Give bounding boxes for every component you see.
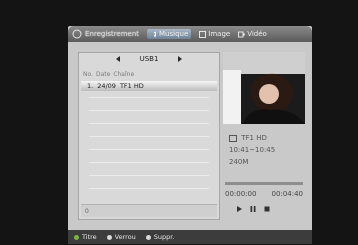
tab-recorded[interactable]: Enregistrement bbox=[85, 30, 139, 38]
empty-row-line bbox=[89, 110, 209, 111]
recording-row[interactable]: 1. 24/09 TF1 HD bbox=[81, 81, 217, 91]
recording-list-panel: USB1 No. Date Chaîne 1. 24/09 TF1 HD 0 bbox=[78, 52, 220, 220]
legend-delete: Suppr. bbox=[145, 233, 175, 241]
empty-rows bbox=[89, 97, 209, 201]
device-title: USB1 bbox=[139, 55, 159, 63]
tv-icon bbox=[229, 134, 237, 142]
empty-row-line bbox=[89, 175, 209, 176]
legend-title-label: Titre bbox=[82, 233, 97, 241]
stop-icon[interactable] bbox=[263, 205, 271, 213]
device-nav: USB1 bbox=[79, 53, 219, 65]
playback-controls bbox=[235, 205, 271, 213]
empty-row-line bbox=[89, 123, 209, 124]
preview-window bbox=[223, 52, 305, 124]
legend-lock: Verrou bbox=[106, 233, 136, 241]
tab-video[interactable]: Vidéo bbox=[238, 30, 267, 38]
channel-name: TF1 HD bbox=[241, 134, 267, 142]
row-date: 24/09 bbox=[97, 82, 116, 90]
tab-image[interactable]: Image bbox=[199, 30, 230, 38]
time-current: 00:00:00 bbox=[225, 190, 257, 198]
music-note-icon bbox=[150, 31, 157, 38]
footer-value: 0 bbox=[85, 207, 89, 215]
row-number: 1. bbox=[87, 82, 94, 90]
green-dot-icon bbox=[74, 234, 79, 240]
top-bar: Enregistrement Musique Image Vidéo bbox=[68, 26, 312, 42]
recording-info: TF1 HD 10:41~10:45 240M bbox=[229, 134, 299, 170]
arrow-right-icon[interactable] bbox=[176, 55, 184, 63]
column-channel: Chaîne bbox=[113, 70, 135, 78]
dot-icon bbox=[145, 234, 151, 240]
legend-lock-label: Verrou bbox=[114, 233, 136, 241]
playback-progress[interactable] bbox=[225, 182, 303, 185]
playback-time: 00:00:00 00:04:40 bbox=[225, 190, 303, 198]
arrow-left-icon[interactable] bbox=[114, 55, 122, 63]
button-legend: Titre Verrou Suppr. bbox=[68, 230, 312, 244]
list-footer: 0 bbox=[81, 204, 217, 217]
row-channel: TF1 HD bbox=[119, 82, 144, 90]
media-icon bbox=[72, 29, 82, 39]
image-icon bbox=[199, 30, 207, 38]
file-size: 240M bbox=[229, 158, 249, 166]
tab-video-label: Vidéo bbox=[247, 30, 267, 38]
tab-music-label: Musique bbox=[159, 30, 189, 38]
time-range: 10:41~10:45 bbox=[229, 146, 276, 154]
pause-icon[interactable] bbox=[249, 205, 257, 213]
video-icon bbox=[238, 31, 245, 38]
preview-image bbox=[223, 52, 305, 124]
column-no: No. bbox=[83, 70, 93, 78]
column-date: Date bbox=[95, 70, 111, 78]
empty-row-line bbox=[89, 188, 209, 189]
empty-row-line bbox=[89, 162, 209, 163]
legend-title: Titre bbox=[74, 233, 97, 241]
legend-delete-label: Suppr. bbox=[153, 233, 175, 241]
dot-icon bbox=[106, 234, 112, 240]
empty-row-line bbox=[89, 136, 209, 137]
time-total: 00:04:40 bbox=[271, 190, 303, 198]
empty-row-line bbox=[89, 97, 209, 98]
play-icon[interactable] bbox=[235, 205, 243, 213]
tab-music[interactable]: Musique bbox=[147, 29, 192, 39]
list-header: No. Date Chaîne bbox=[83, 69, 215, 79]
tab-image-label: Image bbox=[208, 30, 231, 38]
empty-row-line bbox=[89, 149, 209, 150]
details-panel: TF1 HD 10:41~10:45 240M 00:00:00 00:04:4… bbox=[223, 52, 305, 218]
